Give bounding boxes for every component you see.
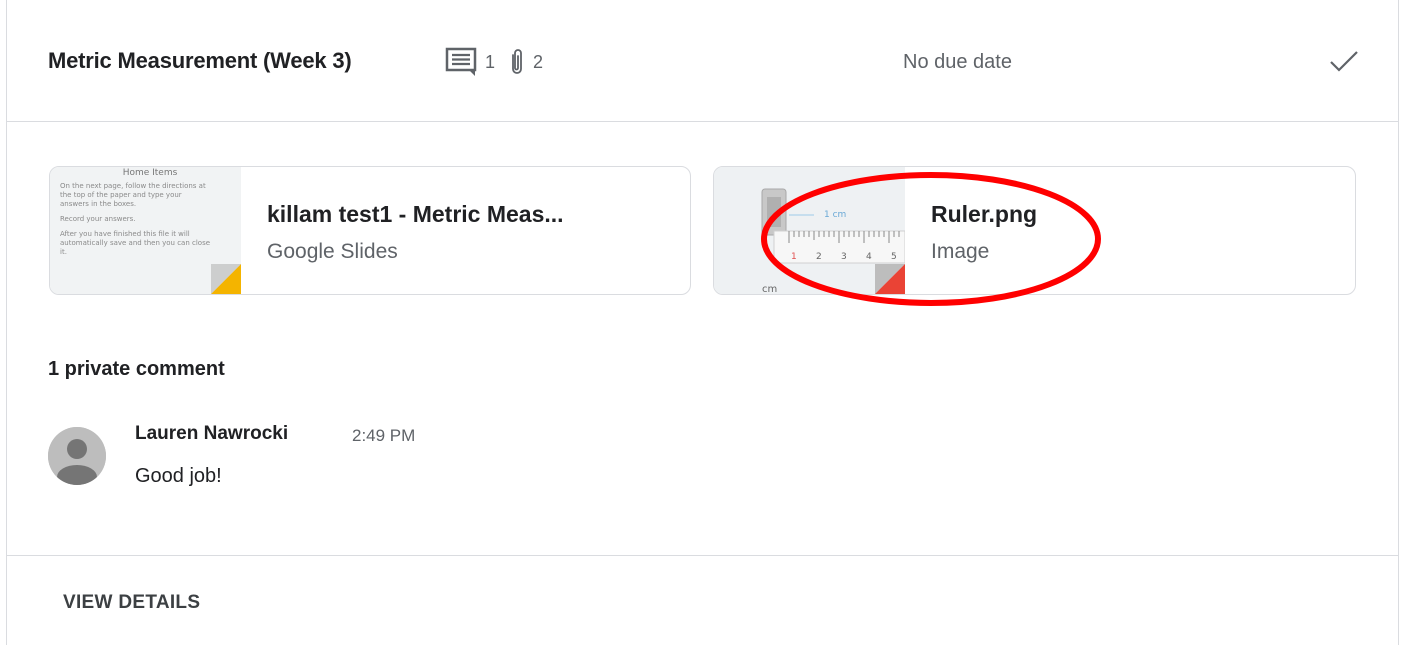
comments-heading: 1 private comment (48, 358, 225, 380)
ruler-number: 4 (866, 252, 872, 262)
assignment-header[interactable]: Metric Measurement (Week 3) 1 2 No due d… (7, 0, 1398, 122)
due-date: No due date (903, 51, 1012, 73)
comment-author: Lauren Nawrocki (135, 423, 289, 444)
attachment-image[interactable]: 1 cm 1 2 3 4 5 cm Ruler.png Image (713, 166, 1356, 295)
person-icon (48, 427, 106, 485)
assignment-title: Metric Measurement (Week 3) (48, 48, 352, 73)
attachment-icon (507, 47, 527, 77)
slide-line: After you have finished this file it wil… (60, 230, 190, 238)
slide-preview-heading: Home Items (122, 168, 178, 178)
comment-icon (445, 47, 479, 77)
slide-line: it. (60, 248, 67, 256)
slides-corner-icon (211, 264, 241, 294)
slide-line: Record your answers. (60, 215, 136, 223)
slide-preview-text: Home Items On the next page, follow the … (60, 169, 240, 257)
comment-count: 1 (485, 51, 496, 72)
ruler-number: 5 (891, 252, 897, 262)
checkmark-icon[interactable] (1327, 44, 1361, 83)
attachment-title: killam test1 - Metric Meas... (267, 201, 564, 227)
attachment-type: Image (931, 240, 990, 263)
attachment-title: Ruler.png (931, 201, 1038, 227)
slide-line: On the next page, follow the directions … (60, 182, 206, 190)
ruler-number: 1 (791, 252, 797, 262)
slide-line: automatically save and then you can clos… (60, 239, 211, 247)
view-details-button[interactable]: VIEW DETAILS (63, 592, 200, 614)
avatar (48, 427, 106, 485)
assignment-meta: 1 2 (445, 44, 555, 80)
slide-line: answers in the boxes. (60, 200, 137, 208)
comment-text: Good job! (135, 465, 222, 487)
ruler-cm-label: cm (762, 284, 777, 294)
ruler-number: 2 (816, 252, 822, 262)
attachment-slides[interactable]: Home Items On the next page, follow the … (49, 166, 691, 295)
attachment-count: 2 (533, 51, 544, 72)
attachment-type: Google Slides (267, 240, 398, 263)
image-thumbnail: 1 cm 1 2 3 4 5 cm (714, 167, 905, 294)
ruler-unit-label: 1 cm (824, 210, 846, 220)
slide-line: the top of the paper and type your (60, 191, 182, 199)
slides-thumbnail: Home Items On the next page, follow the … (50, 167, 241, 294)
comment-time: 2:49 PM (352, 426, 416, 445)
ruler-illustration: 1 cm 1 2 3 4 5 cm (714, 167, 905, 294)
ruler-number: 3 (841, 252, 847, 262)
assignment-card: Metric Measurement (Week 3) 1 2 No due d… (6, 0, 1399, 645)
